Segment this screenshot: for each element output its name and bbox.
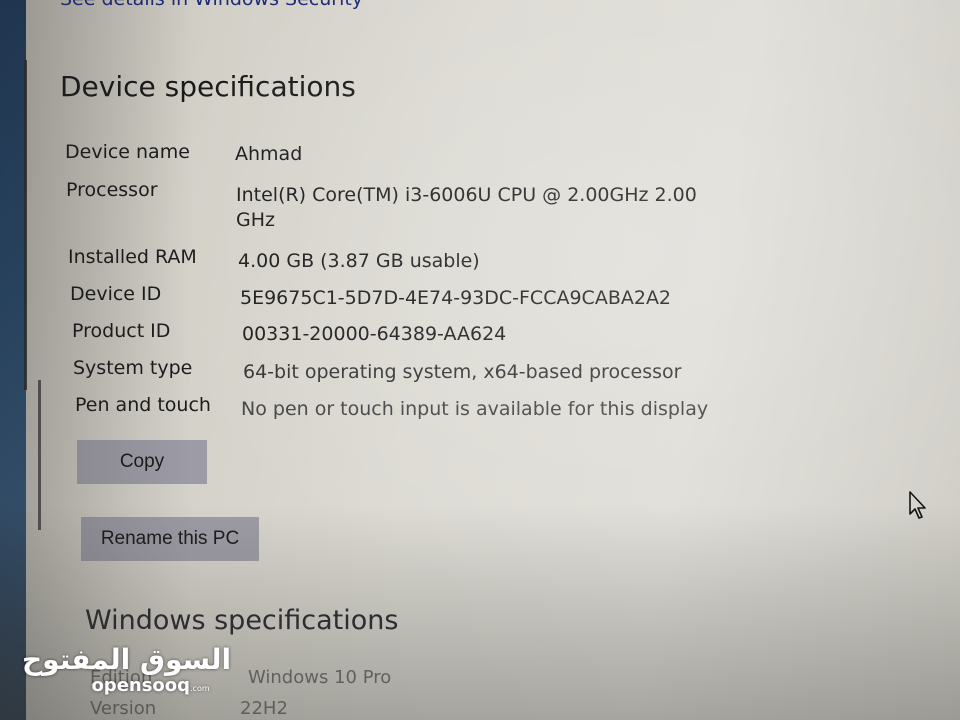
spec-value: 00331-20000-64389-AA624 (242, 323, 507, 345)
scrollbar[interactable] (24, 60, 27, 390)
windows-specifications-title: Windows specifications (85, 605, 399, 636)
spec-label: Device name (65, 141, 190, 163)
rename-pc-button[interactable]: Rename this PC (81, 517, 259, 561)
spec-value: 22H2 (240, 698, 288, 719)
spec-label: Installed RAM (68, 246, 197, 268)
device-specifications-title: Device specifications (60, 70, 356, 103)
windows-security-link[interactable]: See details in Windows Security (60, 0, 363, 10)
watermark-brand: opensooq (91, 675, 191, 696)
spec-value-continued: GHz (236, 209, 275, 231)
spec-label: Device ID (70, 283, 162, 305)
spec-value: Ahmad (235, 143, 303, 165)
watermark-suffix: .com (190, 684, 210, 693)
copy-button[interactable]: Copy (77, 440, 207, 484)
desktop-edge (0, 0, 26, 720)
spec-value: Windows 10 Pro (248, 667, 392, 688)
spec-label: Product ID (72, 320, 171, 342)
spec-value: 5E9675C1-5D7D-4E74-93DC-FCCA9CABA2A2 (240, 287, 672, 309)
window-border (38, 380, 41, 530)
watermark-latin: opensooq.com (70, 675, 231, 696)
spec-value: No pen or touch input is available for t… (241, 398, 709, 420)
spec-label: Processor (66, 179, 158, 201)
mouse-pointer-icon (908, 490, 930, 524)
spec-value: Intel(R) Core(TM) i3-6006U CPU @ 2.00GHz… (236, 184, 697, 206)
spec-label: Version (90, 698, 157, 719)
spec-value: 4.00 GB (3.87 GB usable) (238, 250, 480, 272)
spec-label: Pen and touch (75, 394, 211, 416)
opensooq-watermark: السوق المفتوح opensooq.com (22, 643, 232, 697)
spec-label: System type (73, 357, 193, 379)
spec-value: 64-bit operating system, x64-based proce… (243, 361, 682, 383)
watermark-arabic: السوق المفتوح (22, 643, 232, 676)
